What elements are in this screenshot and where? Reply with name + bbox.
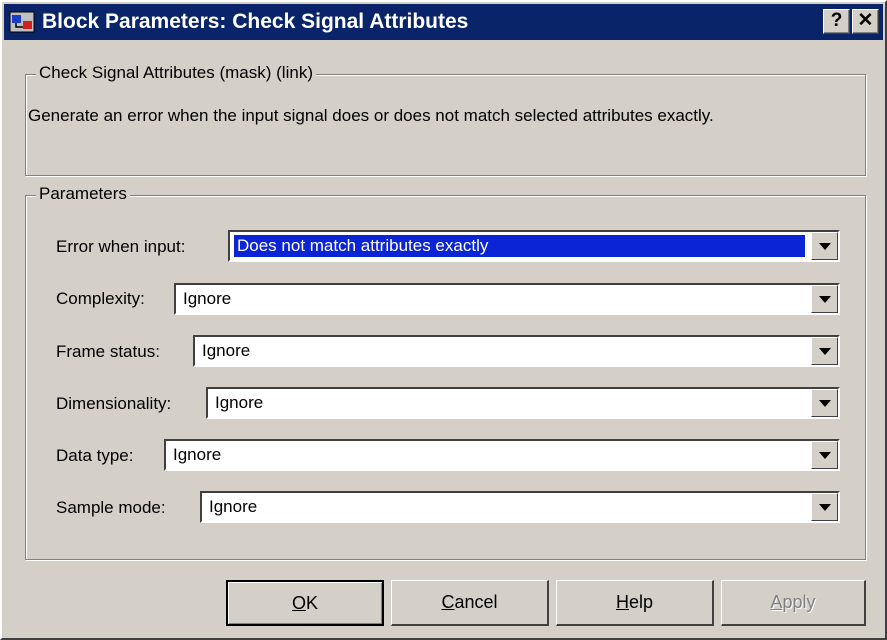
data-type-label: Data type: [56, 446, 134, 465]
dimensionality-label: Dimensionality: [56, 394, 172, 413]
data-type-dropdown-button[interactable] [811, 441, 838, 469]
dialog-window: Block Parameters: Check Signal Attribute… [0, 0, 887, 640]
context-help-button[interactable]: ? [823, 9, 850, 34]
frame-status-value: Ignore [202, 341, 251, 360]
complexity-dropdown-button[interactable] [811, 285, 838, 313]
simulink-block-icon [9, 11, 35, 33]
apply-label-rest: pply [782, 592, 816, 612]
window-title: Block Parameters: Check Signal Attribute… [42, 10, 469, 33]
sample-mode-dropdown-button[interactable] [811, 493, 838, 521]
help-mnemonic: H [615, 592, 629, 612]
description-group-title: Check Signal Attributes (mask) (link) [36, 63, 316, 83]
complexity-value: Ignore [183, 289, 232, 308]
sample-mode-label: Sample mode: [56, 498, 166, 517]
ok-mnemonic: O [291, 593, 306, 613]
chevron-down-icon [819, 348, 831, 355]
apply-button[interactable]: Apply [721, 580, 866, 626]
cancel-mnemonic: C [441, 592, 455, 612]
frame-status-dropdown-button[interactable] [811, 337, 838, 365]
complexity-label: Complexity: [56, 289, 145, 308]
data-type-value: Ignore [173, 445, 222, 464]
dimensionality-value: Ignore [215, 393, 264, 412]
chevron-down-icon [819, 504, 831, 511]
dimensionality-dropdown-button[interactable] [811, 389, 838, 417]
chevron-down-icon [819, 296, 831, 303]
sample-mode-dropdown[interactable]: Ignore [200, 491, 840, 523]
ok-button[interactable]: OK [226, 580, 384, 626]
cancel-button[interactable]: Cancel [391, 580, 549, 626]
apply-mnemonic: A [770, 592, 783, 612]
dimensionality-dropdown[interactable]: Ignore [206, 387, 840, 419]
cancel-label-rest: ancel [454, 592, 498, 612]
complexity-dropdown[interactable]: Ignore [174, 283, 840, 315]
frame-status-label: Frame status: [56, 342, 160, 361]
help-label-rest: elp [628, 592, 654, 612]
error-when-input-dropdown-button[interactable] [811, 232, 838, 260]
error-when-input-label: Error when input: [56, 237, 186, 256]
help-button[interactable]: Help [556, 580, 714, 626]
data-type-dropdown[interactable]: Ignore [164, 439, 840, 471]
error-when-input-dropdown[interactable]: Does not match attributes exactly [228, 230, 840, 262]
chevron-down-icon [819, 243, 831, 250]
ok-label-rest: K [306, 593, 319, 613]
block-description: Generate an error when the input signal … [28, 106, 714, 125]
title-bar[interactable]: Block Parameters: Check Signal Attribute… [4, 4, 883, 40]
sample-mode-value: Ignore [209, 497, 258, 516]
chevron-down-icon [819, 452, 831, 459]
chevron-down-icon [819, 400, 831, 407]
error-when-input-value: Does not match attributes exactly [233, 234, 806, 258]
close-button[interactable]: ✕ [852, 9, 879, 34]
frame-status-dropdown[interactable]: Ignore [193, 335, 840, 367]
parameters-group-title: Parameters [36, 184, 130, 204]
